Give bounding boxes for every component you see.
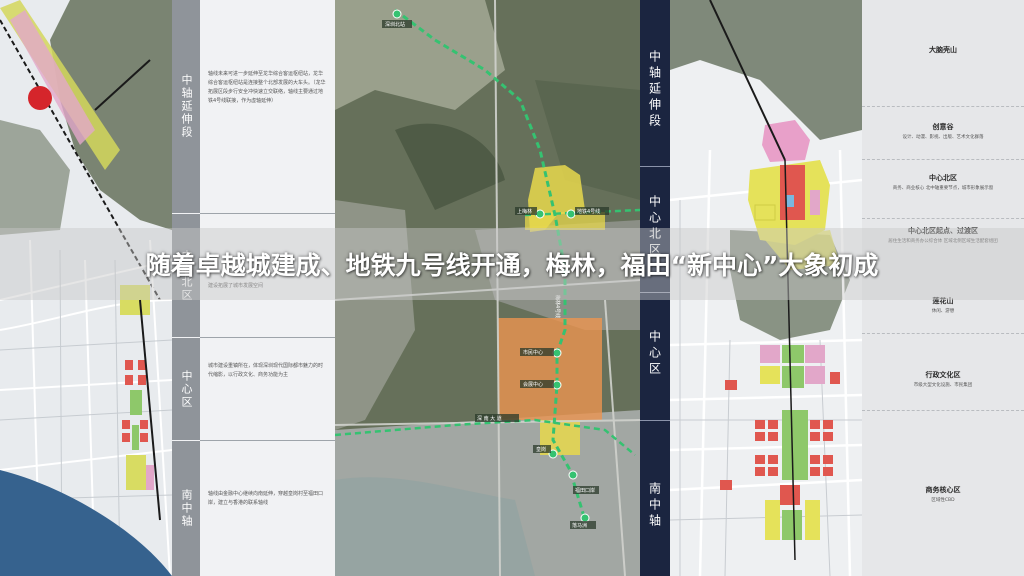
legend-item-north-center: 中心北区 商务、商业核心 北中轴重要节点，城市形象展示窗: [892, 174, 994, 191]
mid-tab-center: 中心区: [647, 330, 662, 378]
legend-item-danao-mountain: 大脑壳山: [929, 46, 957, 54]
legend-divider: [200, 213, 335, 214]
legend-divider: [862, 159, 1024, 160]
legend-item-creative-valley: 创意谷 设计、动漫、影视、出版、艺术文化群落: [902, 123, 984, 140]
legend-item-admin-culture: 行政文化区 市级大型文化设施、市民集团: [913, 371, 973, 388]
map-label-convention-center: 会展中心: [523, 381, 543, 388]
map-label-line4: 地铁4号线: [577, 208, 600, 215]
legend-divider: [200, 440, 335, 441]
map-label-shenzhen-north: 深圳北站: [385, 21, 405, 28]
legend-divider: [862, 333, 1024, 334]
legend-tab-center: 中心区: [172, 338, 200, 440]
legend-tab-south-axis: 南中轴: [172, 441, 200, 576]
mid-tab-axis-extension: 中轴延伸段: [647, 50, 662, 130]
mid-tab-south-axis: 南中轴: [647, 482, 662, 530]
map-label-shennan-road: 深 南 大 道: [477, 415, 502, 422]
mid-divider: [640, 166, 670, 167]
legend-item-business-core: 商务核心区 区域性CBD: [925, 486, 961, 503]
legend-divider: [862, 106, 1024, 107]
mid-divider: [640, 420, 670, 421]
map-label-lok-ma-chau: 落马洲: [572, 522, 587, 529]
legend-desc-axis-extension: 轴线未来可进一步延伸至龙华综合客运枢纽站，龙华综合客运枢纽站是连接整个北部发展的…: [208, 71, 326, 104]
legend-divider: [862, 218, 1024, 219]
legend-desc-center: 城市建设重镇所在，体现深圳现代国际都市魅力的时代缩影，以行政文化、商务功能为主: [208, 363, 324, 378]
map-label-huanggang: 皇岗: [536, 446, 546, 453]
legend-divider: [200, 337, 335, 338]
map-label-civic-center: 市民中心: [523, 349, 543, 356]
map-label-shangmeilin: 上梅林: [517, 208, 532, 215]
legend-desc-south-axis: 轴线由金融中心继续向南延伸，穿越皇岗村至福田口岸，建立与香港的联系轴线: [208, 491, 324, 506]
legend-divider: [862, 410, 1024, 411]
legend-tab-axis-extension: 中轴延伸段: [172, 0, 200, 213]
map-label-futian-port: 福田口岸: [575, 487, 595, 494]
headline-text: 随着卓越城建成、地铁九号线开通，梅林，福田“新中心”大象初成: [145, 251, 879, 280]
